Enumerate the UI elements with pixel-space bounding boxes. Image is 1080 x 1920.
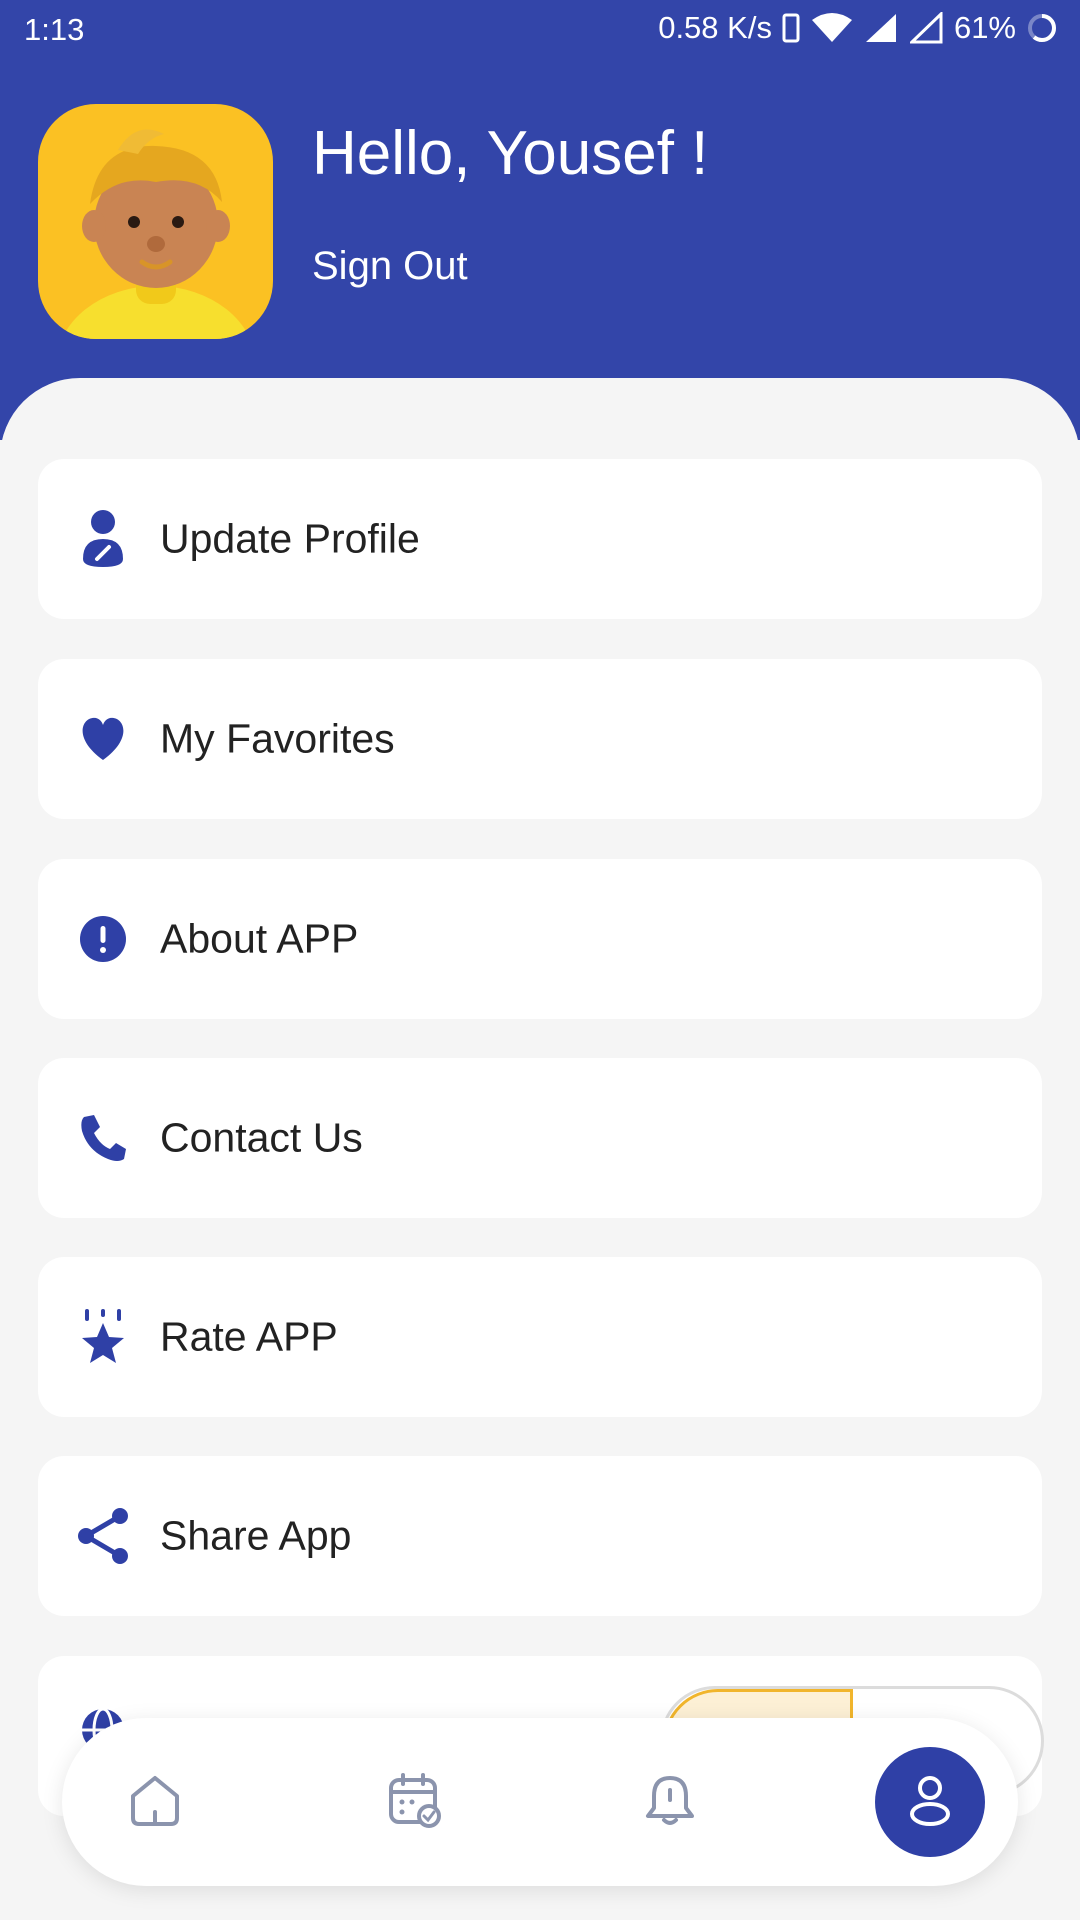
menu-item-label: Share App: [160, 1512, 352, 1559]
wifi-icon: [810, 12, 854, 44]
profile-icon: [906, 1774, 954, 1831]
menu-item-label: My Favorites: [160, 715, 395, 762]
status-bar: 1:13 0.58 K/s 61%: [0, 0, 1080, 58]
home-icon: [127, 1772, 183, 1833]
menu-item-label: Update Profile: [160, 515, 420, 562]
net-speed: 0.58 K/s: [658, 10, 772, 45]
menu-item-share-app[interactable]: Share App: [38, 1456, 1042, 1616]
battery-ring-icon: [1026, 12, 1058, 44]
avatar-image: [61, 129, 251, 339]
menu-item-about-app[interactable]: About APP: [38, 859, 1042, 1019]
menu-item-contact-us[interactable]: Contact Us: [38, 1058, 1042, 1218]
nav-profile[interactable]: [875, 1747, 985, 1857]
greeting-title: Hello, Yousef !: [312, 119, 709, 188]
menu-item-label: About APP: [160, 915, 359, 962]
menu-item-my-favorites[interactable]: My Favorites: [38, 659, 1042, 819]
bottom-nav: [62, 1718, 1018, 1886]
status-right: 0.58 K/s 61%: [658, 10, 1058, 46]
menu-item-update-profile[interactable]: Update Profile: [38, 459, 1042, 619]
menu-item-rate-app[interactable]: Rate APP: [38, 1257, 1042, 1417]
calendar-icon: [387, 1772, 443, 1833]
bell-icon: [642, 1772, 698, 1833]
user-edit-icon: [76, 509, 130, 569]
star-icon: [76, 1307, 130, 1367]
phone-icon: [782, 13, 800, 43]
nav-notifications[interactable]: [615, 1747, 725, 1857]
sign-out-link[interactable]: Sign Out: [312, 244, 468, 289]
heart-icon: [76, 709, 130, 769]
signal-empty-icon: [909, 12, 944, 44]
info-icon: [76, 909, 130, 969]
status-time: 1:13: [24, 12, 85, 47]
menu-item-label: Contact Us: [160, 1114, 363, 1161]
avatar[interactable]: [38, 104, 273, 339]
nav-home[interactable]: [100, 1747, 210, 1857]
phone-call-icon: [76, 1108, 130, 1168]
share-icon: [76, 1506, 130, 1566]
signal-icon: [864, 12, 900, 44]
profile-header: 1:13 0.58 K/s 61% Hello, Yousef ! Sign O…: [0, 0, 1080, 440]
battery-level: 61%: [953, 10, 1016, 45]
nav-calendar[interactable]: [360, 1747, 470, 1857]
menu-item-label: Rate APP: [160, 1313, 338, 1360]
